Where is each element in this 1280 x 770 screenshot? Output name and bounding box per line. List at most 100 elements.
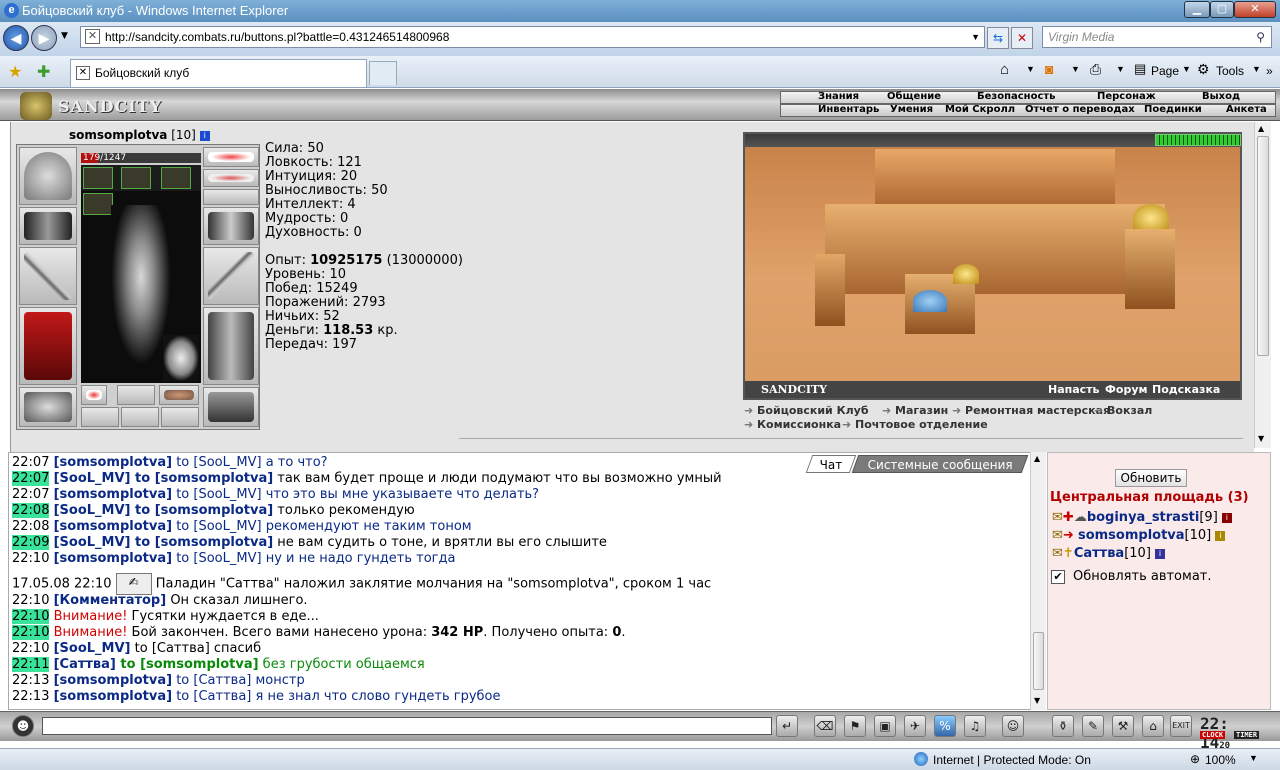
nav-vokzal[interactable]: Вокзал bbox=[1094, 404, 1152, 418]
home-dropdown-icon[interactable]: ▼ bbox=[1026, 64, 1035, 74]
menu-moj-skroll[interactable]: Мой Скролл bbox=[945, 104, 1015, 115]
menu-bezopasnost[interactable]: Безопасность bbox=[977, 91, 1056, 102]
msg-time[interactable]: 22:08 bbox=[12, 519, 49, 534]
earrings-slot[interactable] bbox=[203, 147, 259, 167]
char-name-text[interactable]: somsomplotva bbox=[69, 128, 167, 142]
address-bar[interactable]: ✕ http://sandcity.combats.ru/buttons.pl?… bbox=[80, 26, 985, 48]
armor-slot[interactable] bbox=[19, 307, 77, 385]
chat-input[interactable] bbox=[42, 717, 772, 735]
city-link-forum[interactable]: Форум bbox=[1105, 381, 1148, 398]
belt-slot[interactable] bbox=[19, 387, 77, 427]
msg-time[interactable]: 22:11 bbox=[12, 657, 50, 672]
translit-icon[interactable]: ✈ bbox=[904, 715, 926, 737]
ring-slot-2[interactable] bbox=[121, 167, 151, 189]
menu-znaniya[interactable]: Знания bbox=[818, 91, 859, 102]
ring-slot-3[interactable] bbox=[161, 167, 191, 189]
bracers-slot[interactable] bbox=[19, 207, 77, 245]
pet-cat-icon[interactable] bbox=[163, 335, 199, 381]
private-msg-icon[interactable]: ✉ bbox=[1052, 528, 1063, 543]
history-dropdown-icon[interactable]: ▼ bbox=[61, 31, 68, 41]
user-name[interactable]: Саттва bbox=[1074, 546, 1124, 561]
private-msg-icon[interactable]: ✉ bbox=[1052, 510, 1063, 525]
info-icon[interactable]: i bbox=[1155, 548, 1166, 559]
amulet-slot[interactable] bbox=[83, 193, 113, 215]
home-game-icon[interactable]: ⌂ bbox=[1142, 715, 1164, 737]
right-weapon-slot[interactable] bbox=[203, 247, 259, 305]
close-button[interactable]: ✕ bbox=[1234, 1, 1276, 18]
msg-sender[interactable]: [Комментатор] bbox=[54, 593, 167, 608]
msg-sender[interactable]: [SooL_MV] bbox=[54, 471, 131, 486]
left-weapon-slot[interactable] bbox=[19, 247, 77, 305]
msg-time[interactable]: 22:10 bbox=[12, 625, 50, 640]
gloves-slot[interactable] bbox=[203, 207, 259, 245]
city-map[interactable]: SANDCITY Напасть Форум Подсказка bbox=[743, 132, 1242, 400]
tab-chat[interactable]: Чат bbox=[805, 455, 857, 473]
percent-icon[interactable]: % bbox=[934, 715, 956, 737]
city-link-podskazka[interactable]: Подсказка bbox=[1152, 381, 1220, 398]
info-icon[interactable]: i bbox=[1215, 530, 1226, 541]
add-favorites-icon[interactable]: ✚ bbox=[37, 62, 50, 81]
eraser-icon[interactable]: ⌫ bbox=[814, 715, 836, 737]
print-dropdown-icon[interactable]: ▼ bbox=[1116, 64, 1125, 74]
user-name[interactable]: boginya_strasti bbox=[1087, 510, 1200, 525]
menu-umeniya[interactable]: Умения bbox=[890, 104, 933, 115]
feeds-icon[interactable]: ◙ bbox=[1045, 61, 1053, 77]
menu-inventar[interactable]: Инвентарь bbox=[818, 104, 879, 115]
menu-otchet[interactable]: Отчет о переводах bbox=[1025, 104, 1135, 115]
minimize-button[interactable]: ▁ bbox=[1184, 1, 1210, 18]
msg-time[interactable]: 22:10 bbox=[12, 641, 49, 656]
msg-time[interactable]: 22:07 bbox=[12, 487, 49, 502]
empty-slot-4[interactable] bbox=[161, 407, 199, 427]
nav-magazin[interactable]: Магазин bbox=[882, 404, 948, 418]
refresh-button[interactable]: Обновить bbox=[1115, 469, 1187, 487]
zoom-icon[interactable]: ⊕ bbox=[1190, 752, 1200, 766]
chat-scrollbar[interactable]: ▲ ▼ bbox=[1030, 452, 1046, 710]
info-icon[interactable]: i bbox=[1221, 512, 1232, 523]
menu-vyhod[interactable]: Выход bbox=[1202, 91, 1240, 102]
refresh-icon[interactable]: ⇆ bbox=[987, 27, 1009, 49]
favorites-star-icon[interactable]: ★ bbox=[8, 62, 22, 81]
zoom-level[interactable]: 100% bbox=[1205, 753, 1236, 767]
forward-button[interactable]: ▶ bbox=[31, 25, 57, 51]
zoom-dropdown-icon[interactable]: ▼ bbox=[1249, 753, 1258, 763]
timer-label[interactable]: TIMER bbox=[1234, 731, 1260, 739]
rings-row-slot[interactable] bbox=[203, 189, 259, 205]
msg-sender[interactable]: [somsomplotva] bbox=[54, 455, 172, 470]
nav-remont[interactable]: Ремонтная мастерская bbox=[952, 404, 1110, 418]
search-icon[interactable]: ⚲ bbox=[1256, 27, 1265, 47]
city-link-napast[interactable]: Напасть bbox=[1048, 381, 1100, 398]
print-icon[interactable]: ⎙ bbox=[1090, 61, 1101, 78]
msg-sender[interactable]: [somsomplotva] bbox=[54, 673, 172, 688]
scroll-icon[interactable]: ✎ bbox=[1082, 715, 1104, 737]
save-log-icon[interactable]: ▣ bbox=[874, 715, 896, 737]
msg-sender[interactable]: [SooL_MV] bbox=[54, 641, 131, 656]
tools-dropdown-icon[interactable]: ▼ bbox=[1252, 64, 1261, 74]
page-dropdown-icon[interactable]: ▼ bbox=[1182, 64, 1191, 74]
maximize-button[interactable]: ▢ bbox=[1210, 1, 1234, 18]
empty-slot-3[interactable] bbox=[121, 407, 159, 427]
pet-item-slot[interactable] bbox=[159, 385, 199, 405]
msg-time[interactable]: 22:09 bbox=[12, 535, 50, 550]
msg-time[interactable]: 22:08 bbox=[12, 503, 50, 518]
elixir-icon[interactable]: ⚱ bbox=[1052, 715, 1074, 737]
back-button[interactable]: ◀ bbox=[3, 25, 29, 51]
empty-slot-1[interactable] bbox=[117, 385, 155, 405]
url-dropdown-icon[interactable]: ▼ bbox=[971, 27, 980, 47]
feeds-dropdown-icon[interactable]: ▼ bbox=[1071, 64, 1080, 74]
msg-time[interactable]: 22:13 bbox=[12, 689, 49, 704]
sound-icon[interactable]: ♫ bbox=[964, 715, 986, 737]
boots-slot[interactable] bbox=[203, 387, 259, 427]
menu-anketa[interactable]: Анкета bbox=[1226, 104, 1267, 115]
new-tab-button[interactable] bbox=[369, 61, 397, 85]
search-box[interactable]: Virgin Media ⚲ bbox=[1042, 26, 1272, 48]
msg-sender[interactable]: [Саттва] bbox=[54, 657, 116, 672]
msg-time[interactable]: 22:10 bbox=[12, 593, 49, 608]
msg-time[interactable]: 22:10 bbox=[12, 609, 50, 624]
stop-icon[interactable]: ✕ bbox=[1011, 27, 1033, 49]
msg-time[interactable]: 22:07 bbox=[12, 471, 50, 486]
empty-slot-2[interactable] bbox=[81, 407, 119, 427]
nav-komissionka[interactable]: Комиссионка bbox=[744, 418, 841, 432]
msg-time[interactable]: 22:10 bbox=[12, 551, 49, 566]
user-name[interactable]: somsomplotva bbox=[1078, 528, 1185, 543]
smile-menu-icon[interactable]: ☻ bbox=[12, 715, 34, 737]
